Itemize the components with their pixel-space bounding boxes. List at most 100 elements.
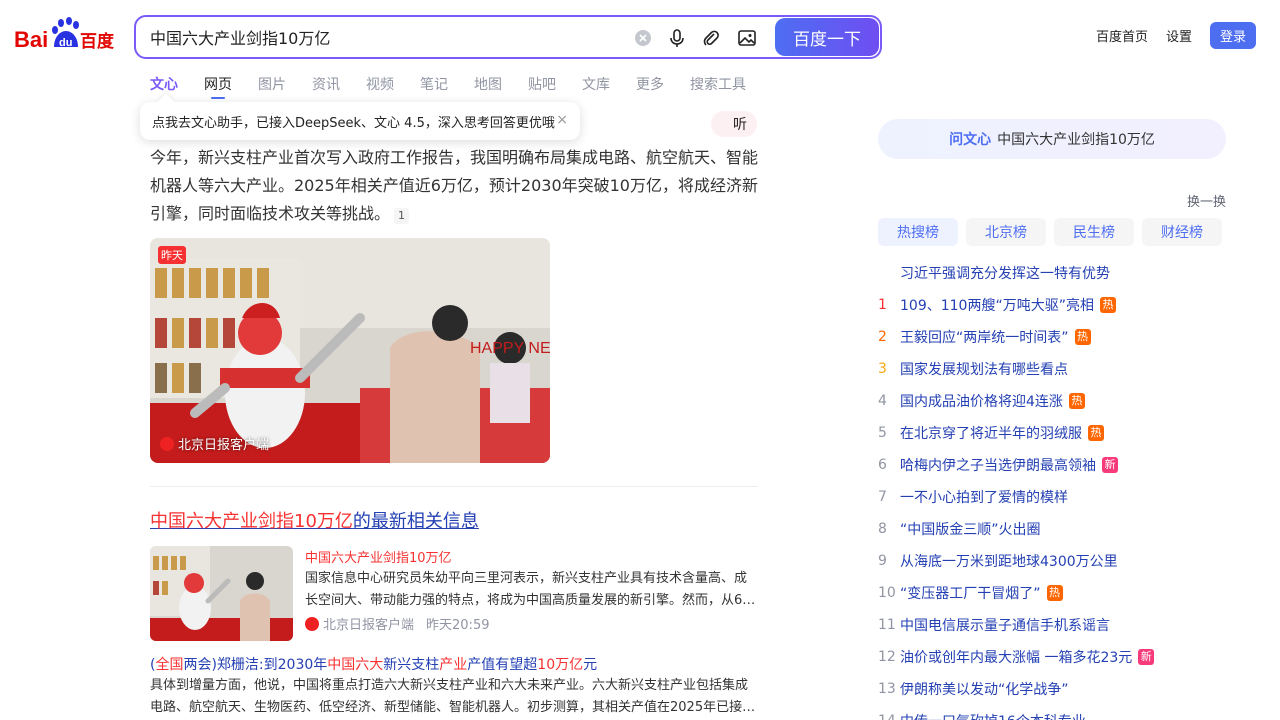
hot-search-item[interactable]: 6 哈梅内伊之子当选伊朗最高领袖新 bbox=[878, 449, 1226, 481]
settings-link[interactable]: 设置 bbox=[1166, 26, 1192, 45]
hot-search-item[interactable]: 7 一不小心拍到了爱情的模样 bbox=[878, 481, 1226, 513]
tab-search-tools[interactable]: 搜索工具 bbox=[690, 74, 746, 98]
tab-video[interactable]: 视频 bbox=[366, 74, 394, 98]
news-image[interactable]: HAPPY NE 昨天 北京日报客户端 bbox=[150, 238, 550, 463]
tab-web[interactable]: 网页 bbox=[204, 74, 232, 99]
new-badge: 新 bbox=[1102, 457, 1118, 473]
wenxin-tooltip[interactable]: 点我去文心助手，已接入DeepSeek、文心 4.5，深入思考回答更优哦 × bbox=[140, 102, 580, 140]
hot-item-text: 伊朗称美以发动“化学战争” bbox=[900, 682, 1069, 698]
ask-wenxin-query: 中国六大产业剑指10万亿 bbox=[997, 132, 1155, 148]
title-part: 两会)郑栅洁:到2030年 bbox=[183, 657, 328, 673]
hot-search-item[interactable]: 5 在北京穿了将近半年的羽绒服热 bbox=[878, 417, 1226, 449]
tab-tieba[interactable]: 贴吧 bbox=[528, 74, 556, 98]
image-source-label: 北京日报客户端 bbox=[178, 438, 270, 453]
hot-search-item[interactable]: 10 “变压器工厂干冒烟了” 热 bbox=[878, 577, 1226, 609]
search-button[interactable]: 百度一下 bbox=[775, 18, 879, 56]
hot-board-tabs: 热搜榜 北京榜 民生榜 财经榜 bbox=[878, 218, 1222, 246]
hot-badge: 热 bbox=[1074, 329, 1091, 345]
ask-wenxin-box[interactable]: 问文心 中国六大产业剑指10万亿 bbox=[878, 119, 1226, 159]
svg-text:HAPPY NE: HAPPY NE bbox=[470, 340, 550, 357]
image-source: 北京日报客户端 bbox=[160, 434, 269, 453]
listen-button[interactable]: 听 bbox=[711, 111, 757, 137]
title-part-highlight: 全国 bbox=[155, 657, 184, 673]
ai-summary: 今年，新兴支柱产业首次写入政府工作报告，我国明确布局集成电路、航空航天、智能机器… bbox=[150, 144, 760, 228]
hot-rank: 11 bbox=[878, 617, 896, 633]
source-logo-icon bbox=[305, 616, 319, 631]
hot-search-item[interactable]: 9 从海底一万米到距地球4300万公里 bbox=[878, 545, 1226, 577]
tab-news[interactable]: 资讯 bbox=[312, 74, 340, 98]
news-item-snippet: 国家信息中心研究员朱幼平向三里河表示，新兴支柱产业具有技术含量高、成长空间大、带… bbox=[305, 571, 756, 608]
attachment-icon[interactable] bbox=[700, 27, 722, 49]
baidu-logo[interactable]: Bai du 百度 bbox=[14, 17, 118, 53]
hot-item-text: 国家发展规划法有哪些看点 bbox=[900, 362, 1068, 378]
home-link[interactable]: 百度首页 bbox=[1096, 26, 1148, 45]
hot-search-item[interactable]: 13 伊朗称美以发动“化学战争” bbox=[878, 673, 1226, 705]
hot-search-item[interactable]: 12 油价或创年内最大涨幅 一箱多花23元新 bbox=[878, 641, 1226, 673]
search-box: 百度一下 bbox=[134, 15, 882, 59]
robot-photo-illustration: HAPPY NE bbox=[150, 238, 550, 463]
title-part-highlight: 产业 bbox=[439, 657, 468, 673]
hot-rank: 3 bbox=[878, 361, 887, 377]
ask-wenxin-label: 问文心 bbox=[949, 132, 992, 148]
news-item-meta: 北京日报客户端 昨天20:59 bbox=[305, 614, 489, 633]
hot-item-text: 在北京穿了将近半年的羽绒服 bbox=[900, 426, 1082, 442]
news-thumbnail[interactable] bbox=[150, 546, 293, 641]
news-item2-snippet: 具体到增量方面，他说，中国将重点打造六大新兴支柱产业和六大未来产业。六大新兴支柱… bbox=[150, 678, 756, 715]
robot-thumbnail-illustration bbox=[150, 546, 293, 641]
title-part: 元 bbox=[583, 657, 598, 673]
login-button[interactable]: 登录 bbox=[1209, 22, 1256, 49]
hot-rank: 7 bbox=[878, 489, 887, 505]
hot-rank: 12 bbox=[878, 649, 896, 665]
logo-bai-text: Bai bbox=[14, 27, 48, 52]
title-part: 产值有望超 bbox=[467, 657, 538, 673]
board-tab-beijing[interactable]: 北京榜 bbox=[966, 218, 1046, 246]
hot-rank: 2 bbox=[878, 329, 887, 345]
close-icon[interactable]: × bbox=[556, 112, 568, 128]
hot-rank: 13 bbox=[878, 681, 896, 697]
image-search-icon[interactable] bbox=[736, 27, 758, 49]
tooltip-text: 点我去文心助手，已接入DeepSeek、文心 4.5，深入思考回答更优哦 bbox=[152, 115, 555, 131]
title-part: 新兴支柱 bbox=[383, 657, 440, 673]
news-title-rest: 的最新相关信息 bbox=[352, 511, 479, 532]
hot-search-item[interactable]: 4 国内成品油价格将迎4连涨热 bbox=[878, 385, 1226, 417]
hot-search-item[interactable]: 14中传一口气砍掉16个本科专业 bbox=[878, 705, 1226, 720]
hot-item-text: “中国版金三顺”火出圈 bbox=[900, 522, 1041, 538]
hot-search-item[interactable]: 8 “中国版金三顺”火出圈 bbox=[878, 513, 1226, 545]
hot-search-item[interactable]: 2 王毅回应“两岸统一时间表” 热 bbox=[878, 321, 1226, 353]
tab-notes[interactable]: 笔记 bbox=[420, 74, 448, 98]
board-tab-livelihood[interactable]: 民生榜 bbox=[1054, 218, 1134, 246]
hot-item-text: 中国电信展示量子通信手机系谣言 bbox=[900, 618, 1110, 634]
hot-search-item[interactable]: 1 109、110两艘“万吨大驱”亮相热 bbox=[878, 289, 1226, 321]
hot-rank: 8 bbox=[878, 521, 887, 537]
hot-search-list: 习近平强调充分发挥这一特有优势 1 109、110两艘“万吨大驱”亮相热 2 王毅回应“… bbox=[878, 257, 1226, 720]
title-part-highlight: 10万亿 bbox=[537, 657, 584, 673]
hot-search-item[interactable]: 11 中国电信展示量子通信手机系谣言 bbox=[878, 609, 1226, 641]
board-tab-hot[interactable]: 热搜榜 bbox=[878, 218, 958, 246]
hot-rank: 14 bbox=[878, 713, 900, 720]
citation-badge[interactable]: 1 bbox=[394, 208, 410, 224]
board-tab-finance[interactable]: 财经榜 bbox=[1142, 218, 1222, 246]
tab-map[interactable]: 地图 bbox=[474, 74, 502, 98]
section-divider bbox=[150, 486, 758, 487]
refresh-button[interactable]: 换一换 bbox=[1187, 191, 1226, 210]
logo-cn-text: 百度 bbox=[80, 31, 115, 52]
microphone-icon[interactable] bbox=[666, 27, 688, 49]
listen-label: 听 bbox=[733, 117, 747, 133]
news-item-title[interactable]: 中国六大产业剑指10万亿 bbox=[305, 547, 452, 566]
tab-more[interactable]: 更多 bbox=[636, 74, 664, 98]
clear-icon[interactable] bbox=[632, 27, 654, 49]
hot-search-item[interactable]: 习近平强调充分发挥这一特有优势 bbox=[878, 257, 1226, 289]
news-item-source[interactable]: 北京日报客户端 bbox=[323, 614, 414, 633]
tab-images[interactable]: 图片 bbox=[258, 74, 286, 98]
news-item2-title[interactable]: (全国两会)郑栅洁:到2030年中国六大新兴支柱产业产值有望超10万亿元 bbox=[150, 654, 597, 674]
news-section-title[interactable]: 中国六大产业剑指10万亿的最新相关信息 bbox=[150, 507, 479, 533]
new-badge: 新 bbox=[1138, 649, 1155, 665]
hot-rank: 6 bbox=[878, 457, 887, 473]
hot-rank: 9 bbox=[878, 553, 887, 569]
hot-search-item[interactable]: 3 国家发展规划法有哪些看点 bbox=[878, 353, 1226, 385]
search-input[interactable] bbox=[150, 17, 620, 57]
hot-badge: 热 bbox=[1046, 585, 1063, 601]
hot-item-text: 从海底一万米到距地球4300万公里 bbox=[900, 554, 1118, 570]
tab-wenku[interactable]: 文库 bbox=[582, 74, 610, 98]
hot-item-text: 习近平强调充分发挥这一特有优势 bbox=[900, 266, 1110, 282]
